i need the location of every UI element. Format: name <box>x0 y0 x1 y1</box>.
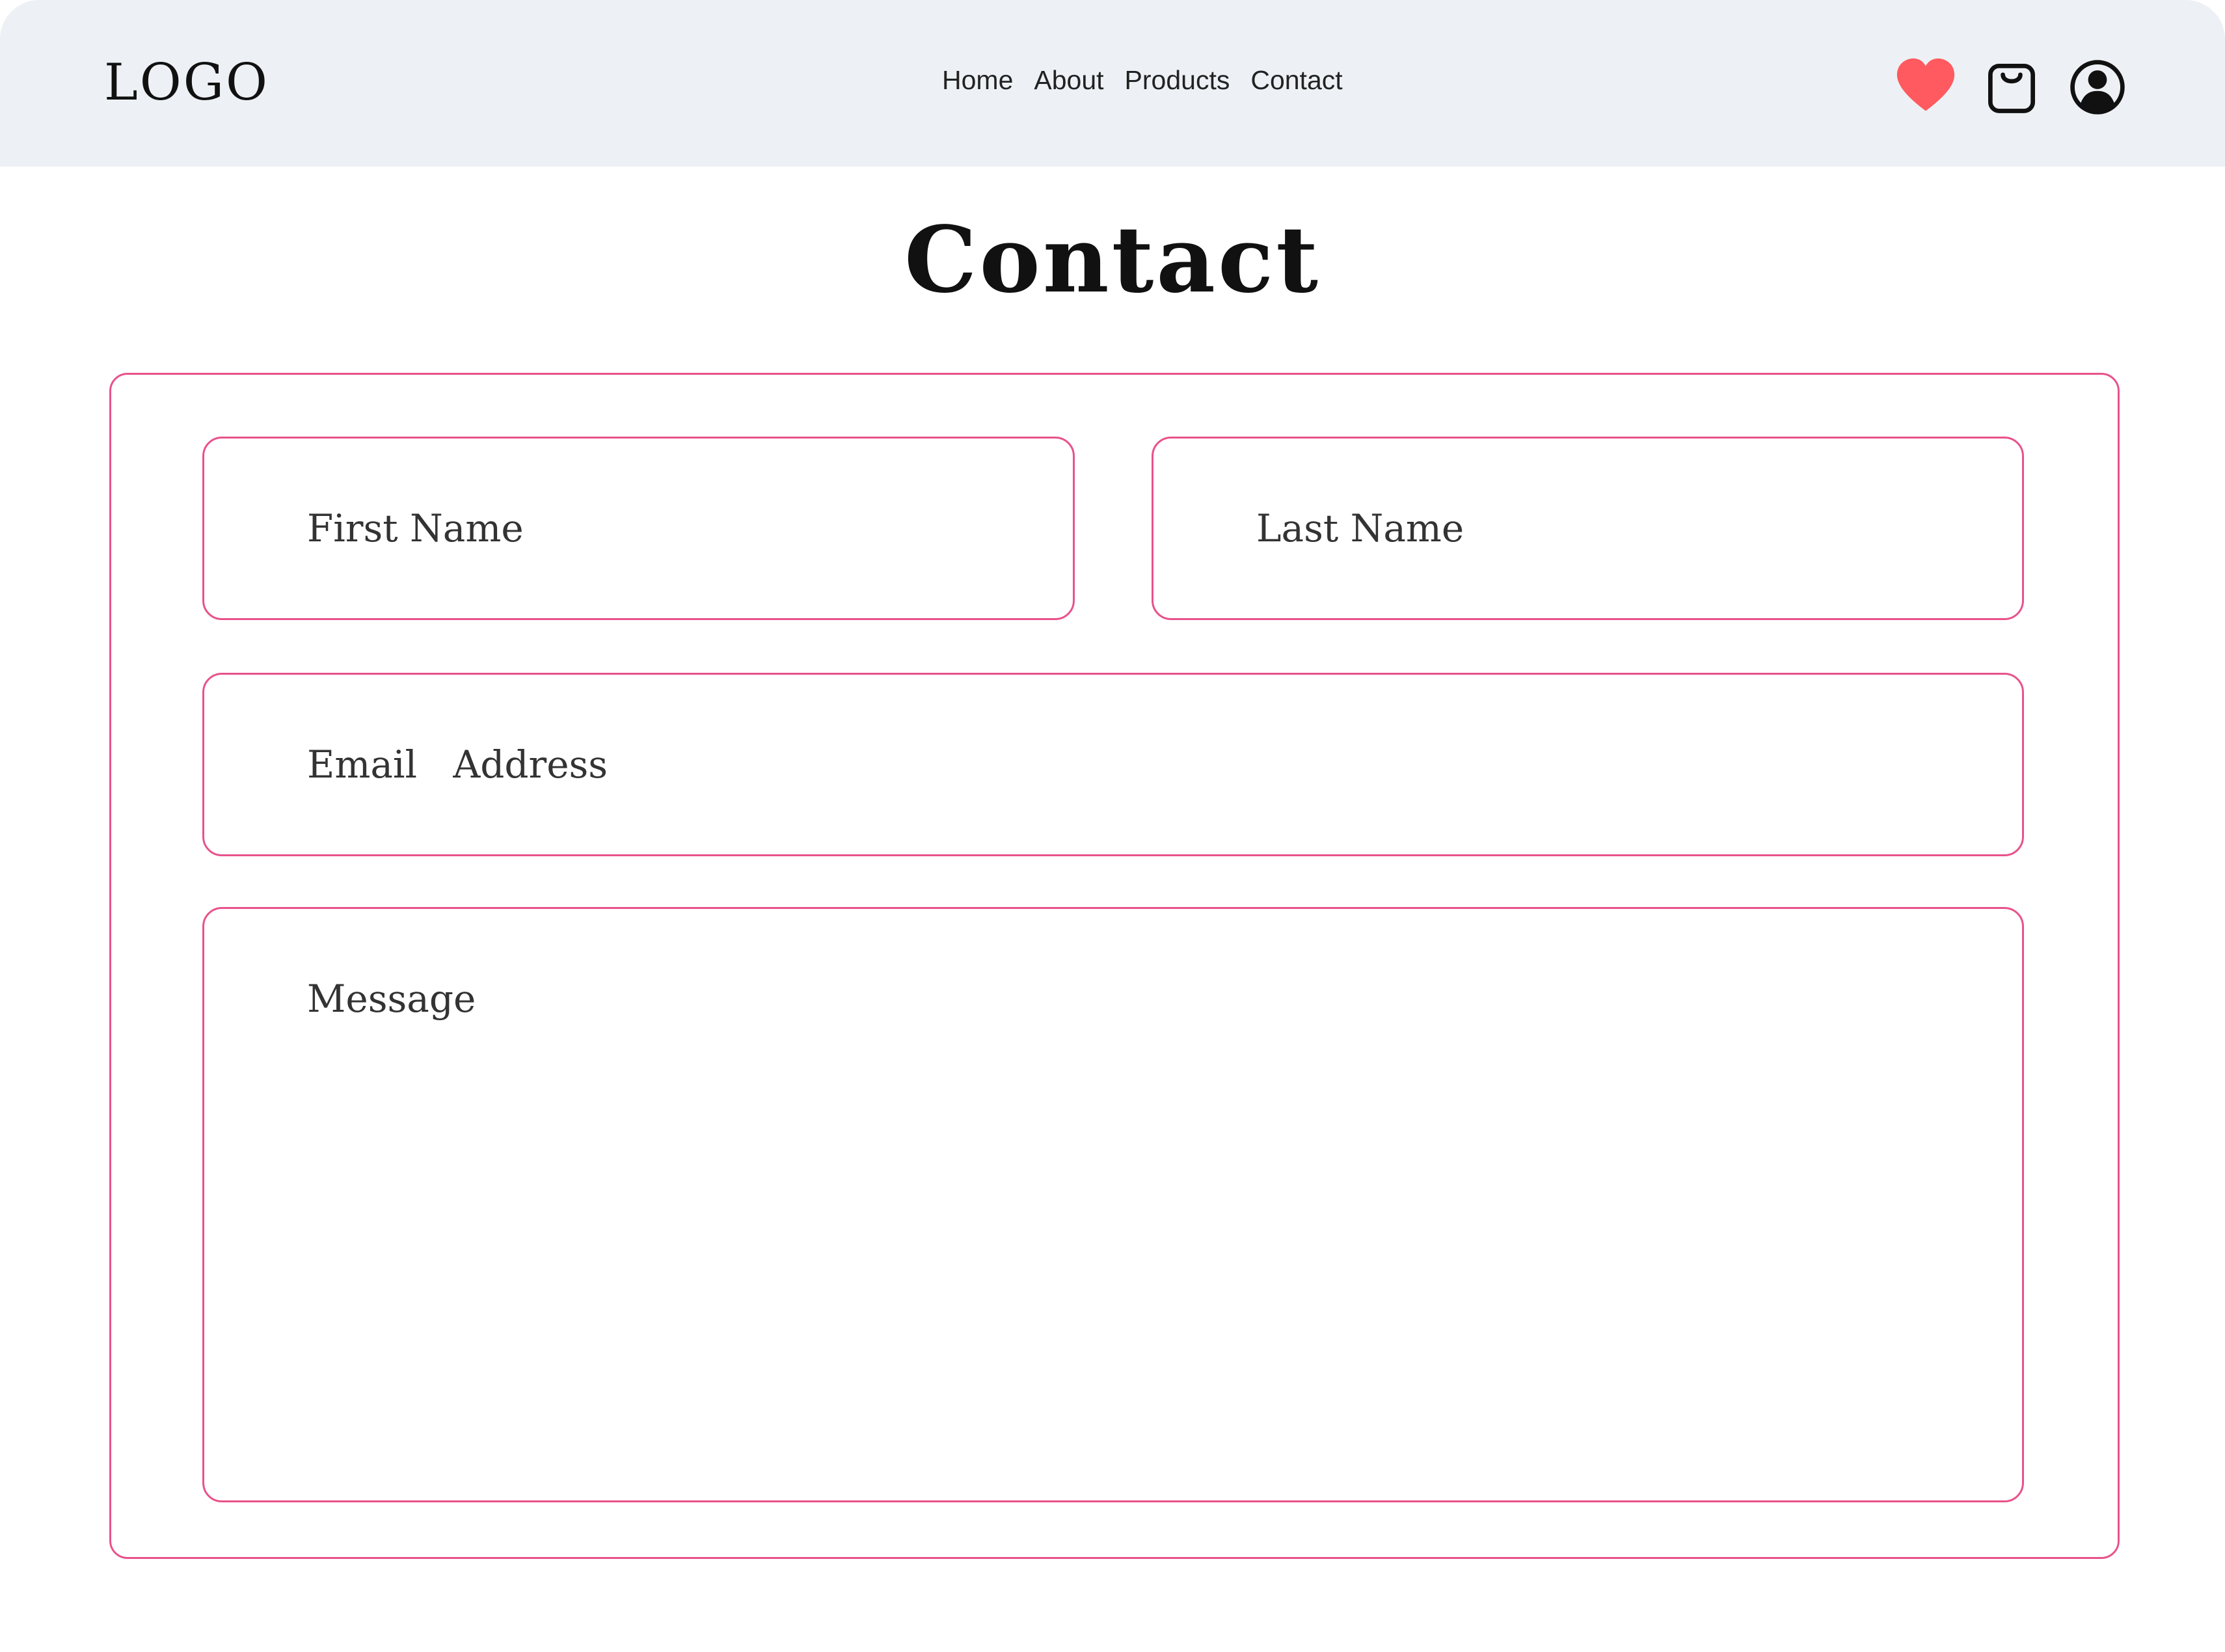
email-field[interactable]: Email Address <box>202 673 2024 856</box>
nav-contact[interactable]: Contact <box>1250 65 1342 96</box>
logo[interactable]: LOGO <box>104 53 269 112</box>
site-header: LOGO Home About Products Contact <box>0 0 2225 167</box>
main-nav: Home About Products Contact <box>942 65 1343 96</box>
contact-form: First Name Last Name Email Address Messa… <box>109 373 2120 1559</box>
message-placeholder: Message <box>307 977 476 1021</box>
last-name-placeholder: Last Name <box>1256 506 1464 550</box>
header-actions <box>1895 56 2129 118</box>
first-name-field[interactable]: First Name <box>202 437 1075 620</box>
nav-about[interactable]: About <box>1034 65 1103 96</box>
shopping-bag-icon[interactable] <box>1980 56 2043 118</box>
last-name-field[interactable]: Last Name <box>1152 437 2024 620</box>
user-account-icon[interactable] <box>2066 56 2129 118</box>
nav-home[interactable]: Home <box>942 65 1013 96</box>
nav-products[interactable]: Products <box>1125 65 1230 96</box>
email-placeholder: Email Address <box>307 742 608 787</box>
page-title: Contact <box>904 207 1321 314</box>
first-name-placeholder: First Name <box>307 506 524 550</box>
message-field[interactable]: Message <box>202 907 2024 1502</box>
heart-icon[interactable] <box>1895 56 1957 118</box>
